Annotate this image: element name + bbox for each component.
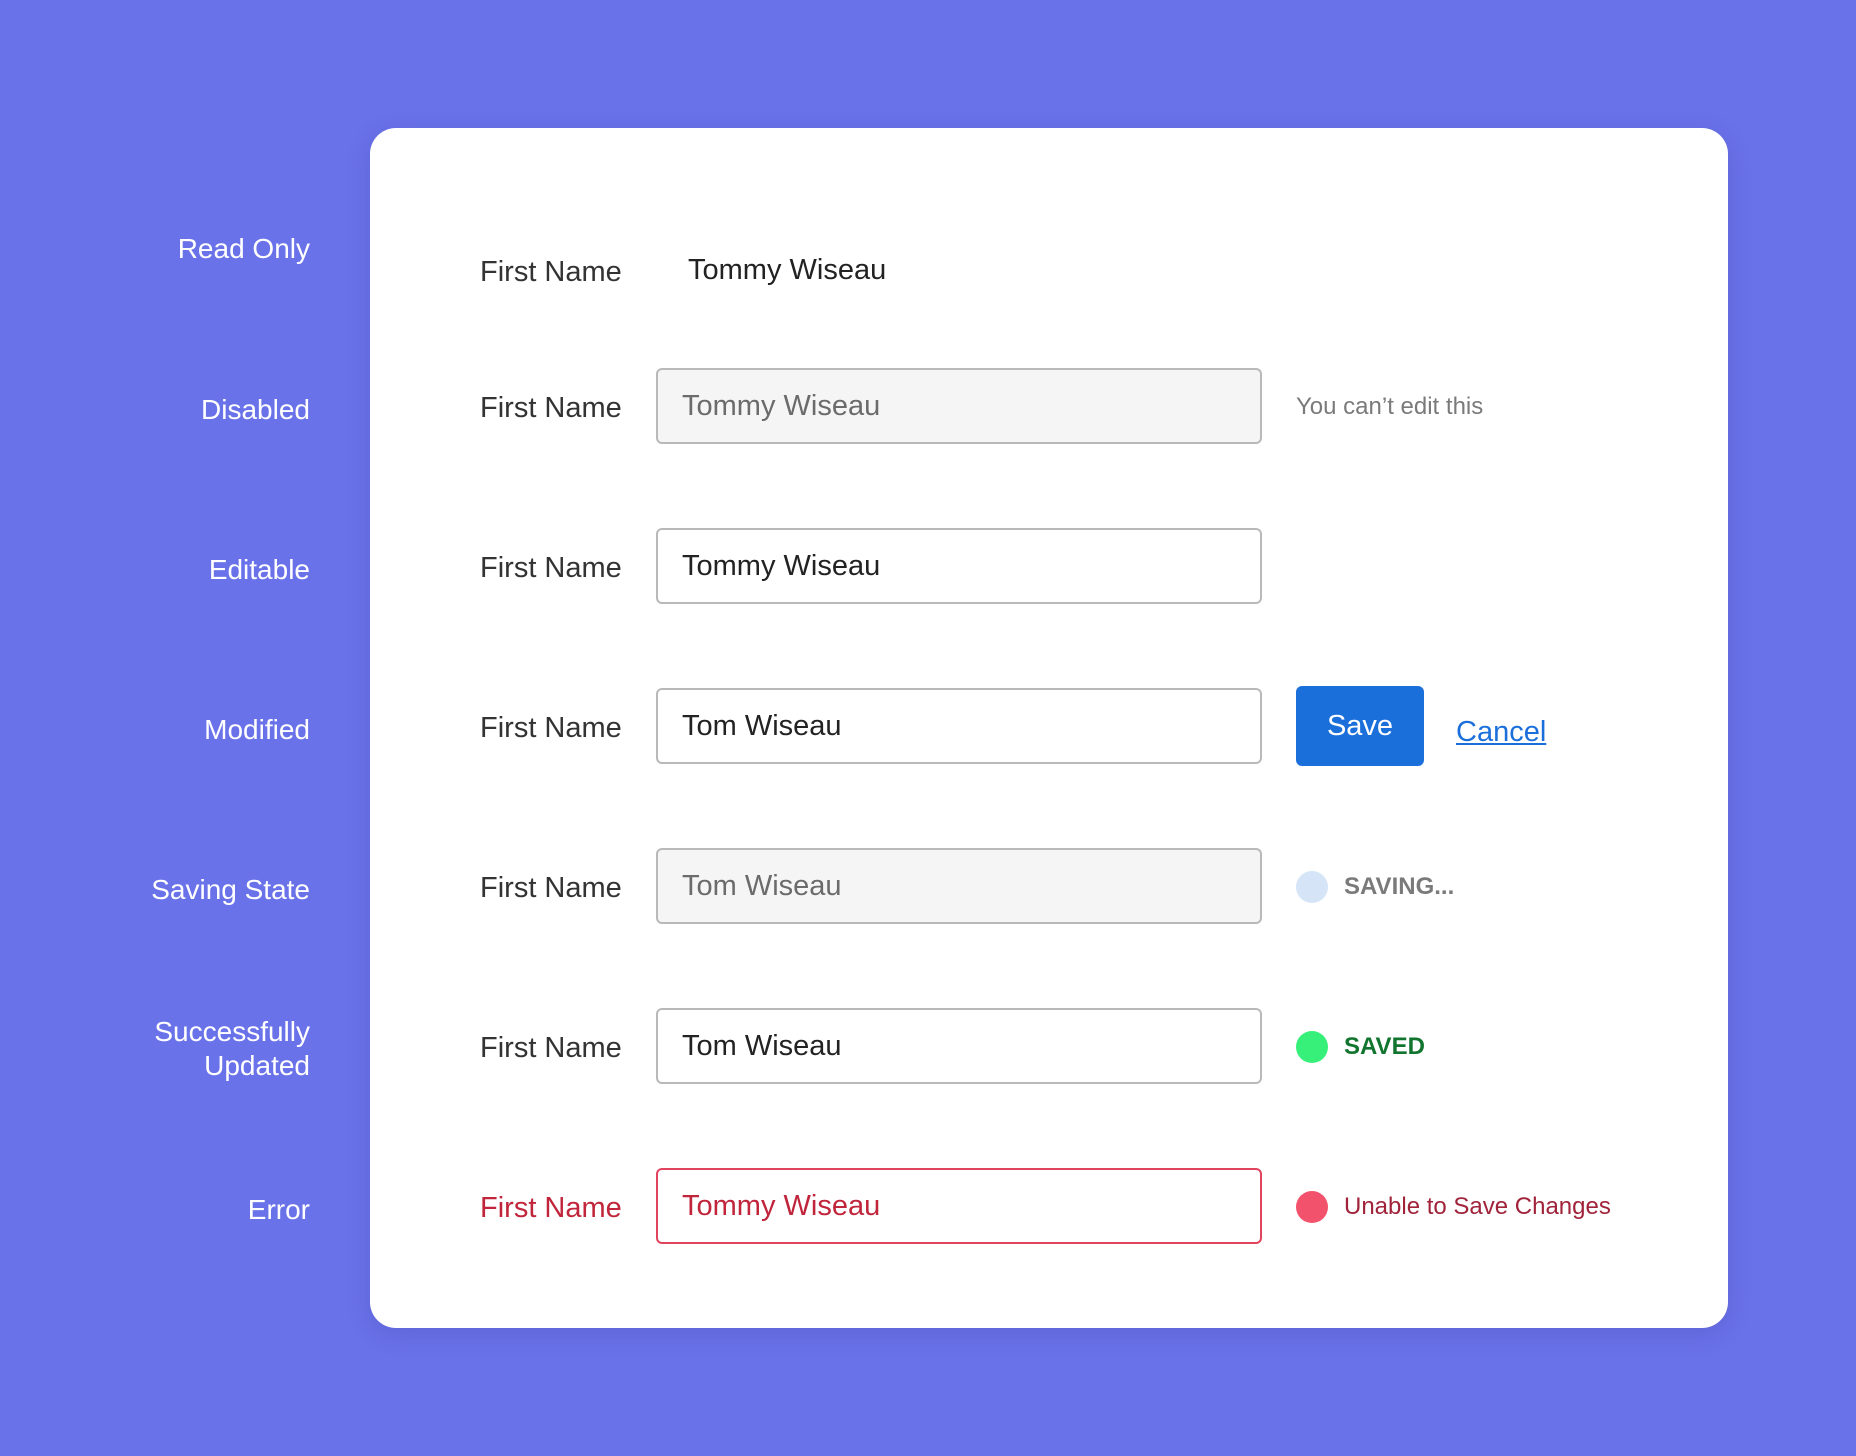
state-label-modified: Modified (204, 714, 310, 745)
first-name-input-editable[interactable] (656, 528, 1262, 604)
state-label-read-only: Read Only (177, 233, 310, 264)
saving-status: SAVING... (1296, 870, 1454, 904)
first-name-label: First Name (480, 552, 622, 584)
row-success: First Name SAVED (370, 1008, 1728, 1088)
state-label-error: Error (247, 1194, 310, 1225)
cancel-link[interactable]: Cancel (1456, 714, 1546, 750)
first-name-label-error: First Name (480, 1192, 622, 1224)
error-status-text: Unable to Save Changes (1344, 1193, 1611, 1220)
state-label-disabled: Disabled (201, 394, 310, 425)
first-name-input-saving (656, 848, 1262, 924)
row-saving: First Name SAVING... (370, 848, 1728, 928)
form-states-card: First Name Tommy Wiseau First Name You c… (370, 128, 1728, 1328)
status-dot-icon (1296, 871, 1328, 903)
first-name-label: First Name (480, 872, 622, 904)
row-editable: First Name (370, 528, 1728, 608)
disabled-hint: You can’t edit this (1296, 393, 1484, 420)
saved-status-text: SAVED (1344, 1033, 1425, 1060)
first-name-label: First Name (480, 256, 622, 288)
first-name-input-modified[interactable] (656, 688, 1262, 764)
first-name-readonly-value: Tommy Wiseau (688, 254, 887, 286)
row-disabled: First Name You can’t edit this (370, 368, 1728, 448)
status-dot-icon (1296, 1031, 1328, 1063)
row-error: First Name Unable to Save Changes (370, 1168, 1728, 1248)
first-name-label: First Name (480, 1032, 622, 1064)
first-name-input-disabled (656, 368, 1262, 444)
error-status: Unable to Save Changes (1296, 1190, 1611, 1224)
saved-status: SAVED (1296, 1030, 1425, 1064)
saving-status-text: SAVING... (1344, 873, 1455, 900)
state-label-editable: Editable (208, 554, 310, 585)
state-label-success: Successfully Updated (154, 1016, 310, 1081)
save-button[interactable]: Save (1296, 686, 1424, 766)
first-name-label: First Name (480, 392, 622, 424)
state-labels-column: Read Only Disabled Editable Modified Sav… (0, 0, 310, 1456)
row-modified: First Name Save Cancel (370, 686, 1728, 768)
first-name-label: First Name (480, 712, 622, 744)
state-label-saving: Saving State (151, 874, 310, 905)
row-read-only: First Name Tommy Wiseau (370, 232, 1728, 312)
first-name-input-error[interactable] (656, 1168, 1262, 1244)
first-name-input-success[interactable] (656, 1008, 1262, 1084)
status-dot-icon (1296, 1191, 1328, 1223)
